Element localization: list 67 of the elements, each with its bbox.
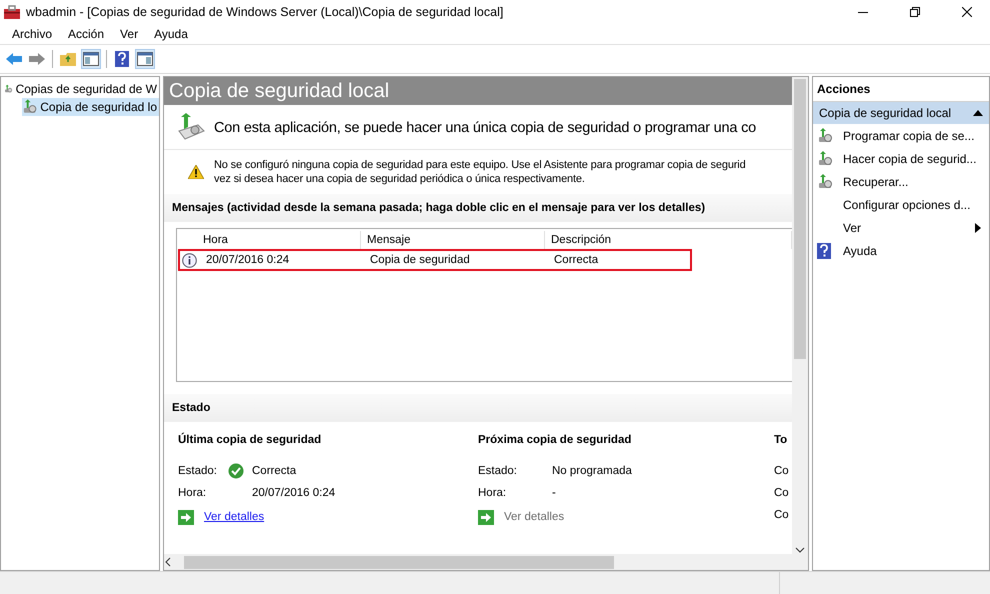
info-icon — [182, 252, 197, 268]
status-value: Correcta — [252, 465, 296, 477]
pane-icon — [83, 52, 99, 66]
chevron-down-icon — [795, 546, 805, 554]
actions-group-header[interactable]: Copia de seguridad local — [813, 102, 989, 124]
pane-icon — [137, 52, 153, 66]
status-label: Hora: — [478, 487, 508, 499]
warning-text: No se configuró ninguna copia de seguridad para este equipo. Use el Asistente para programar copia de segurid vez si desea hacer una copia de seguridad periódica o única respectivamente. — [214, 158, 746, 186]
caret-up-icon — [973, 110, 983, 116]
action-item[interactable]: Recuperar... — [813, 170, 989, 193]
menu-item[interactable]: Ver — [112, 27, 146, 41]
menu-item[interactable]: Archivo — [4, 27, 60, 41]
status-heading: Última copia de seguridad — [178, 434, 322, 446]
toolbox-icon — [4, 5, 20, 19]
action-item[interactable]: Programar copia de se... — [813, 124, 989, 147]
arrow-left-icon — [6, 53, 22, 65]
console-tree-button[interactable] — [81, 49, 101, 69]
table-cell-text: 20/07/2016 0:24 — [205, 254, 290, 266]
section-header: Mensajes (actividad desde la semana pasada; haga doble clic en el mensaje para ver los detalles) — [164, 194, 792, 222]
details-link[interactable]: Ver detalles — [504, 511, 564, 523]
action-item[interactable]: Ver — [813, 216, 989, 239]
warning-icon — [188, 165, 204, 179]
status-heading: Próxima copia de seguridad — [478, 434, 632, 446]
menu-item[interactable]: Acción — [60, 27, 112, 41]
help-button[interactable] — [112, 49, 132, 69]
table-cell-text: Correcta — [553, 254, 600, 266]
backup-icon — [22, 99, 38, 115]
tree-item[interactable]: Copia de seguridad lo — [22, 98, 159, 116]
vertical-scrollbar[interactable] — [792, 77, 808, 554]
intro-text: Con esta aplicación, se puede hacer una única copia de seguridad o programar una co — [214, 120, 756, 136]
status-label: Estado: — [478, 465, 518, 477]
panel-header: Copia de seguridad local — [164, 77, 792, 105]
action-item[interactable]: Hacer copia de segurid... — [813, 147, 989, 170]
status-label: Co — [774, 509, 790, 521]
chevron-left-icon — [164, 557, 172, 567]
backup-icon — [817, 150, 833, 166]
menu-item[interactable]: Ayuda — [146, 27, 196, 41]
status-label: Co — [774, 465, 790, 477]
status-value: - — [552, 487, 556, 499]
horizontal-scrollbar[interactable] — [164, 554, 808, 570]
action-pane-button[interactable] — [135, 49, 155, 69]
status-heading: To — [774, 434, 788, 446]
status-value: No programada — [552, 465, 632, 477]
status-label: Co — [774, 487, 790, 499]
status-label: Hora: — [178, 487, 208, 499]
restore-icon — [910, 7, 920, 17]
message-row[interactable]: 20/07/2016 0:24 Copia de seguridad Correcta — [178, 249, 692, 271]
column-header[interactable]: Mensaje — [361, 231, 545, 249]
help-icon — [115, 51, 129, 67]
status-value: 20/07/2016 0:24 — [252, 487, 336, 499]
arrow-right-icon — [478, 510, 494, 524]
section-header: Estado — [164, 394, 792, 422]
details-link[interactable]: Ver detalles — [204, 511, 264, 523]
table-cell-text: Copia de seguridad — [369, 254, 471, 266]
check-icon — [228, 463, 244, 479]
arrow-right-icon — [29, 53, 45, 65]
caret-right-icon — [975, 222, 981, 232]
close-icon — [962, 7, 972, 17]
folder-icon — [60, 52, 76, 66]
arrow-right-icon — [178, 510, 194, 524]
action-item[interactable]: Ayuda — [813, 239, 989, 262]
status-label: Estado: — [178, 465, 218, 477]
help-icon — [817, 242, 831, 258]
window-title: wbadmin - [Copias de seguridad de Windows Server (Local)\Copia de seguridad local] — [26, 5, 504, 19]
tree-item[interactable]: Copias de seguridad de W — [4, 80, 159, 98]
column-header[interactable]: Hora — [197, 231, 361, 249]
action-item[interactable]: Configurar opciones d... — [813, 193, 989, 216]
